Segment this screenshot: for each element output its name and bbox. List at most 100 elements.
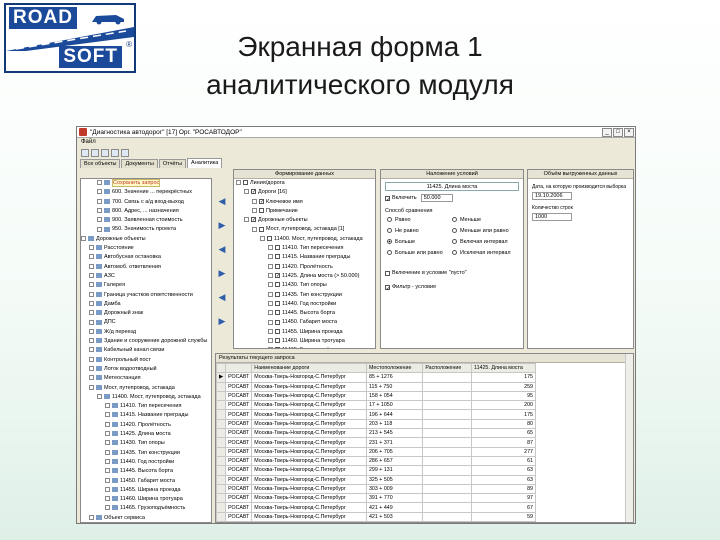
field-checkbox[interactable] bbox=[275, 328, 280, 334]
expand-icon[interactable] bbox=[97, 217, 102, 223]
compare-option[interactable]: Меньше bbox=[452, 217, 517, 223]
tree-item[interactable]: Дорожные объекты bbox=[81, 235, 211, 244]
field-item[interactable]: 11415. Название преграды bbox=[236, 253, 375, 262]
count-input[interactable]: 1000 bbox=[532, 213, 572, 221]
radio-icon[interactable] bbox=[387, 228, 392, 234]
table-row[interactable]: РОСАВТ Москва-Тверь-Новгород-С.Петербург 2… bbox=[216, 428, 536, 439]
table-row[interactable]: РОСАВТ Москва-Тверь-Новгород-С.Петербург 2… bbox=[216, 446, 536, 457]
add-arrow-icon[interactable]: ◀ bbox=[216, 245, 228, 254]
tab-0[interactable]: Все объекты bbox=[80, 159, 121, 168]
field-item[interactable]: 11440. Год постройки bbox=[236, 300, 375, 309]
open-icon[interactable] bbox=[91, 148, 99, 157]
compare-option[interactable]: Больше bbox=[387, 239, 452, 245]
field-checkbox[interactable]: ✓ bbox=[251, 217, 256, 223]
expand-icon[interactable] bbox=[105, 486, 110, 492]
radio-icon[interactable] bbox=[452, 250, 457, 256]
row-marker[interactable] bbox=[216, 390, 227, 402]
tree-item[interactable]: Граница участков ответственности bbox=[81, 291, 211, 300]
row-marker[interactable]: ▶ bbox=[216, 372, 227, 383]
new-icon[interactable] bbox=[81, 148, 89, 157]
row-marker[interactable] bbox=[216, 381, 227, 392]
tree-item[interactable]: 900. Заявленная стоимость bbox=[81, 216, 211, 225]
expand-icon[interactable] bbox=[105, 440, 110, 446]
column-header[interactable] bbox=[225, 362, 253, 374]
tree-item[interactable]: Кабельный канал связи bbox=[81, 346, 211, 355]
expand-icon[interactable] bbox=[89, 300, 94, 306]
compare-option[interactable]: Меньше или равно bbox=[452, 228, 517, 234]
column-header[interactable]: Наименование дороги bbox=[251, 362, 367, 374]
remove-arrow-icon[interactable]: ▶ bbox=[216, 269, 228, 278]
expand-icon[interactable] bbox=[268, 300, 273, 306]
expand-icon[interactable] bbox=[236, 180, 241, 186]
tree-item[interactable]: Дамба bbox=[81, 300, 211, 309]
field-item[interactable]: 11455. Ширина проезда bbox=[236, 328, 375, 337]
results-scrollbar[interactable] bbox=[625, 354, 633, 522]
tree-item[interactable]: 11435. Тип конструкции bbox=[81, 449, 211, 458]
expand-icon[interactable] bbox=[268, 291, 273, 297]
radio-icon[interactable] bbox=[387, 250, 392, 256]
field-checkbox[interactable] bbox=[243, 180, 248, 186]
field-item[interactable]: ✓ Дороги [16] bbox=[236, 188, 375, 197]
add-arrow-icon[interactable]: ◀ bbox=[216, 197, 228, 206]
field-checkbox[interactable] bbox=[275, 282, 280, 288]
tree-item[interactable]: ДПС bbox=[81, 318, 211, 327]
table-row[interactable]: РОСАВТМосква-Тверь-Новгород-С.Петербург4… bbox=[216, 502, 536, 513]
table-row[interactable]: РОСАВТ Москва-Тверь-Новгород-С.Петербург 1… bbox=[216, 381, 536, 392]
tree-item[interactable]: 11420. Пролётность bbox=[81, 421, 211, 430]
table-row[interactable]: РОСАВТ Москва-Тверь-Новгород-С.Петербург 2… bbox=[216, 455, 536, 467]
expand-icon[interactable] bbox=[268, 273, 273, 279]
remove-arrow-icon[interactable]: ▶ bbox=[216, 317, 228, 326]
table-row[interactable]: РОСАВТ Москва-Тверь-Новгород-С.Петербург 1… bbox=[216, 400, 536, 411]
tab-3[interactable]: Аналитика bbox=[187, 158, 223, 168]
expand-icon[interactable] bbox=[89, 328, 94, 334]
tree-item[interactable]: 11410. Тип пересечения bbox=[81, 402, 211, 411]
tab-1[interactable]: Документы bbox=[121, 159, 158, 168]
table-row[interactable]: РОСАВТ Москва-Тверь-Новгород-С.Петербург 3… bbox=[216, 493, 536, 504]
field-checkbox[interactable] bbox=[275, 310, 280, 316]
expand-icon[interactable] bbox=[244, 217, 249, 223]
table-row[interactable]: РОСАВТ Москва-Тверь-Новгород-С.Петербург 2… bbox=[216, 437, 536, 448]
field-item[interactable]: 11430. Тип опоры bbox=[236, 281, 375, 290]
field-checkbox[interactable] bbox=[275, 319, 280, 325]
field-checkbox[interactable] bbox=[275, 263, 280, 269]
fields-tree[interactable]: Линия/дорога ✓ Дороги [16] ✓ Ключевое имя При… bbox=[234, 179, 375, 348]
expand-icon[interactable] bbox=[260, 235, 265, 241]
expand-icon[interactable] bbox=[105, 449, 110, 455]
tree-item[interactable]: 11415. Название преграды bbox=[81, 411, 211, 420]
close-button[interactable]: × bbox=[624, 127, 634, 137]
field-item[interactable]: ✓ 11425. Длина моста (> 50.000) bbox=[236, 272, 375, 281]
compare-option[interactable]: Больше или равно bbox=[387, 250, 452, 256]
expand-icon[interactable] bbox=[105, 421, 110, 427]
tree-item[interactable]: Ж/д переезд bbox=[81, 328, 211, 337]
row-marker[interactable] bbox=[216, 521, 227, 522]
expand-icon[interactable] bbox=[81, 235, 86, 241]
expand-icon[interactable] bbox=[89, 245, 94, 251]
save-icon[interactable] bbox=[101, 148, 109, 157]
row-marker[interactable] bbox=[216, 437, 227, 448]
expand-icon[interactable] bbox=[268, 347, 273, 348]
row-marker[interactable] bbox=[216, 400, 227, 411]
row-marker[interactable] bbox=[216, 428, 227, 439]
column-header[interactable]: Расположение bbox=[422, 362, 473, 374]
tree-item[interactable]: 11400. Мост, путепровод, эстакада bbox=[81, 393, 211, 402]
expand-icon[interactable] bbox=[89, 254, 94, 260]
field-checkbox[interactable] bbox=[275, 291, 280, 297]
remove-arrow-icon[interactable]: ▶ bbox=[216, 221, 228, 230]
expand-icon[interactable] bbox=[268, 319, 273, 325]
tree-item[interactable]: Сохранить запрос bbox=[81, 179, 211, 188]
tree-item[interactable]: Мост, путепровод, эстакада bbox=[81, 384, 211, 393]
tree-item[interactable]: 800. Адрес, ... назначения bbox=[81, 207, 211, 216]
expand-icon[interactable] bbox=[89, 514, 94, 520]
expand-icon[interactable] bbox=[89, 347, 94, 353]
expand-icon[interactable] bbox=[252, 226, 257, 232]
field-item[interactable]: 11460. Ширина тротуара bbox=[236, 337, 375, 346]
field-checkbox[interactable] bbox=[267, 235, 272, 241]
expand-icon[interactable] bbox=[89, 356, 94, 362]
expand-icon[interactable] bbox=[105, 505, 110, 511]
row-marker[interactable] bbox=[216, 502, 227, 513]
field-checkbox[interactable] bbox=[275, 300, 280, 306]
field-item[interactable]: Линия/дорога bbox=[236, 179, 375, 188]
table-row[interactable]: РОСАВТ Москва-Тверь-Новгород-С.Петербург 1… bbox=[216, 409, 536, 420]
field-item[interactable]: Мост, путепровод, эстакада [1] bbox=[236, 225, 375, 234]
expand-icon[interactable] bbox=[89, 263, 94, 269]
